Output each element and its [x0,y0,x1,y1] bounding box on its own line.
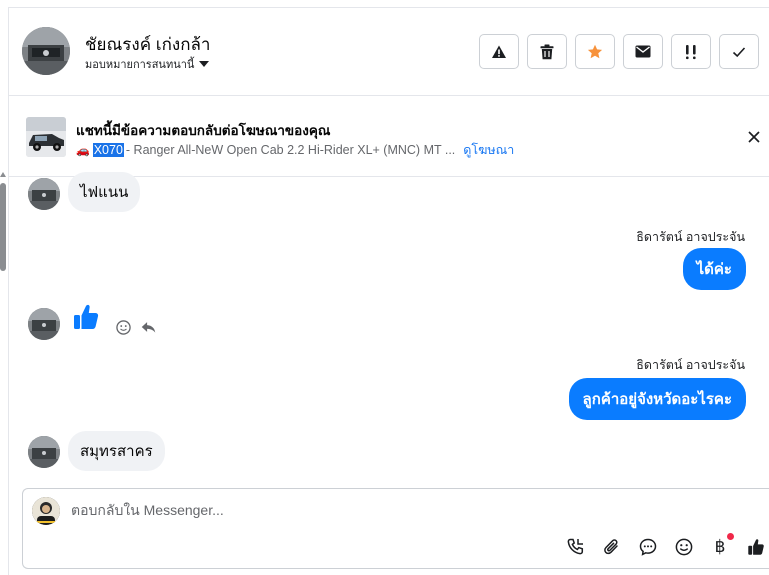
outgoing-message[interactable]: ได้ค่ะ [682,248,746,290]
scroll-up-arrow[interactable] [0,172,6,177]
car-icon: 🚗 [76,144,90,157]
ad-thumbnail[interactable] [26,117,66,157]
notification-dot [727,533,734,540]
contact-avatar-small[interactable] [28,308,60,340]
incoming-message[interactable]: สมุทรสาคร [68,431,165,471]
mark-done-button[interactable] [719,34,759,69]
like-icon [748,539,764,555]
attach-button[interactable] [602,537,622,557]
incoming-message[interactable]: ไฟแนน [68,172,141,212]
mark-unread-button[interactable] [623,34,663,69]
star-button[interactable] [575,34,615,69]
reply-icon[interactable] [141,321,156,334]
chevron-down-icon [199,61,210,67]
ad-reply-banner: แชทนี้มีข้อความตอบกลับต่อโฆษณาของคุณ 🚗 X… [9,97,769,177]
reply-composer: ฿ [22,488,769,569]
send-like-button[interactable] [746,537,766,557]
reply-input[interactable] [71,502,671,518]
contact-avatar-small[interactable] [28,436,60,468]
warning-icon [492,45,506,58]
composer-tools: ฿ [566,533,766,557]
emoji-icon [675,538,693,556]
ad-banner-title: แชทนี้มีข้อความตอบกลับต่อโฆษณาของคุณ [76,123,331,138]
contact-avatar-small[interactable] [28,178,60,210]
close-icon [748,131,760,143]
close-banner-button[interactable] [745,128,763,146]
emoji-react-icon[interactable] [116,320,131,335]
emoji-button[interactable] [674,537,694,557]
conversation-header: ชัยณรงค์ เก่งกล้า มอบหมายการสนทนานี้ [9,8,769,96]
thumbs-up-icon [74,304,99,329]
ad-description: - Ranger All-NeW Open Cab 2.2 Hi-Rider X… [125,143,456,157]
baht-icon: ฿ [714,537,726,557]
report-spam-button[interactable] [479,34,519,69]
view-ad-link[interactable]: ดูโฆษณา [463,140,514,160]
like-sticker-message[interactable] [73,303,99,336]
assign-conversation-dropdown[interactable]: มอบหมายการสนทนานี้ [85,55,210,73]
header-actions [479,34,759,69]
sender-name: ธิดารัตน์ อาจประจัน [636,230,745,244]
saved-replies-button[interactable] [638,537,658,557]
sender-name: ธิดารัตน์ อาจประจัน [636,358,745,372]
page-avatar [32,497,60,525]
outgoing-message[interactable]: ลูกค้าอยู่จังหวัดอะไรคะ [568,378,746,420]
scrollbar-thumb[interactable] [0,183,6,271]
check-icon [732,46,746,57]
call-button[interactable] [566,537,586,557]
saved-reply-icon [639,538,657,556]
message-thread: ไฟแนน ธิดารัตน์ อาจประจัน ได้ค่ะ ธิดารัต… [9,172,769,488]
mail-icon [635,45,651,58]
trash-icon [540,44,554,59]
star-icon [587,44,603,58]
ad-code: X070 [92,143,124,157]
payment-button[interactable]: ฿ [710,533,734,557]
ad-description-line: 🚗 X070 - Ranger All-NeW Open Cab 2.2 Hi-… [76,140,514,160]
message-actions [116,320,156,335]
delete-button[interactable] [527,34,567,69]
follow-up-icon [686,44,696,59]
attach-icon [604,539,618,555]
assign-label: มอบหมายการสนทนานี้ [85,59,195,71]
follow-up-button[interactable] [671,34,711,69]
contact-name[interactable]: ชัยณรงค์ เก่งกล้า [85,31,210,58]
contact-avatar[interactable] [22,27,70,75]
call-icon [567,538,584,555]
